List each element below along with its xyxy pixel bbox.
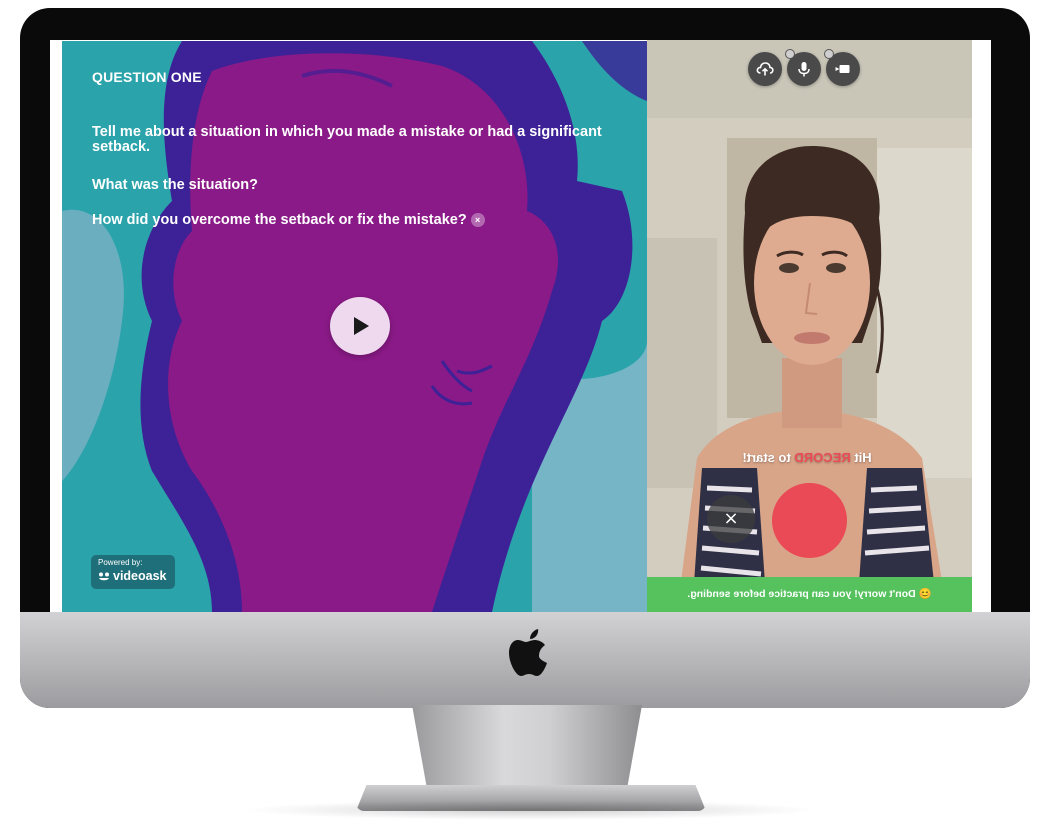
camera-icon (835, 65, 850, 73)
hint-record: RECORD (794, 450, 851, 465)
screen: QUESTION ONE Tell me about a situation i… (50, 40, 991, 612)
close-icon[interactable]: × (470, 213, 485, 228)
videoask-logo-icon (99, 572, 109, 581)
question-subtext: What was the situation? (92, 177, 258, 193)
settings-dot-icon (824, 49, 834, 59)
powered-by-badge[interactable]: Powered by: videoask (91, 555, 175, 589)
question-followup: How did you overcome the setback or fix … (92, 213, 485, 228)
question-followup-text: How did you overcome the setback or fix … (92, 212, 467, 228)
upload-icon (756, 62, 774, 76)
microphone-button[interactable] (785, 49, 821, 86)
question-title: QUESTION ONE (92, 69, 202, 85)
record-hint: Hit RECORD to start! (707, 450, 907, 465)
microphone-icon (798, 62, 810, 77)
camera-preview: Hit RECORD to start! × 😊 Don't worry! yo… (647, 40, 972, 612)
monitor-stand-neck (412, 705, 642, 795)
stand-shadow (240, 800, 820, 820)
question-text: Tell me about a situation in which you m… (92, 124, 602, 155)
upload-button[interactable] (748, 52, 782, 86)
record-button[interactable] (772, 483, 847, 558)
camera-button[interactable] (824, 49, 860, 86)
hint-prefix: Hit (850, 450, 872, 465)
practice-banner: 😊 Don't worry! you can practice before s… (647, 577, 972, 612)
hint-suffix: to start! (742, 450, 795, 465)
practice-text: 😊 Don't worry! you can practice before s… (687, 588, 932, 600)
apple-logo-icon (509, 629, 547, 676)
question-panel: QUESTION ONE Tell me about a situation i… (62, 41, 647, 612)
cancel-button[interactable]: × (707, 495, 755, 543)
settings-dot-icon (785, 49, 795, 59)
play-icon (354, 317, 369, 335)
play-button[interactable] (330, 297, 390, 355)
powered-by-label: Powered by: (98, 558, 143, 567)
brand-name: videoask (113, 569, 167, 583)
